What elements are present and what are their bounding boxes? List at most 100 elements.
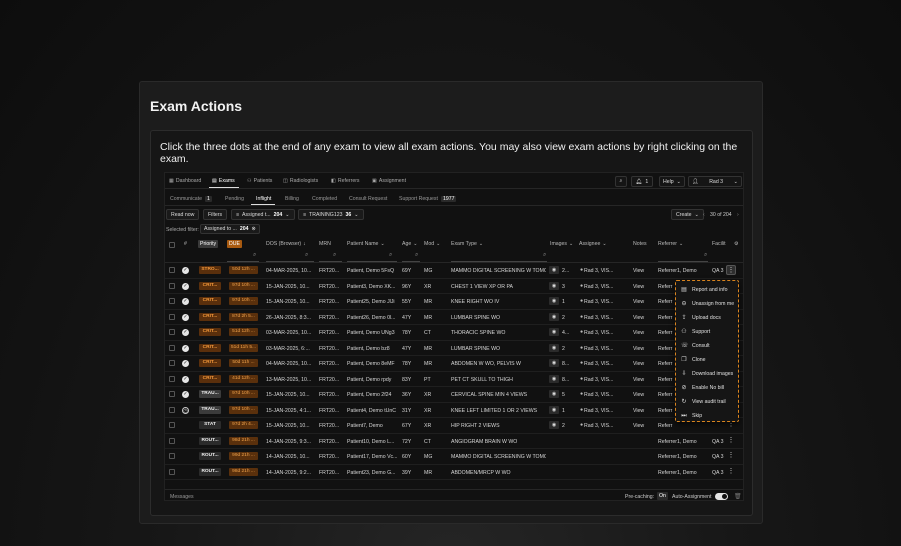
nav-referrers[interactable]: ◧ Referrers (331, 178, 360, 184)
menu-item-skip[interactable]: ⏭ Skip (676, 409, 738, 423)
eye-icon[interactable]: ◉ (549, 390, 559, 398)
nav-radiologists[interactable]: ◫ Radiologists (283, 178, 318, 184)
col-assignee[interactable]: Assignee ⌄ (579, 241, 607, 247)
tab-communicate[interactable]: Communicate 1 (170, 196, 212, 202)
cell-notes[interactable]: View (633, 346, 653, 352)
col-referrer[interactable]: Referrer ⌄ (658, 241, 683, 247)
selected-filter-chip[interactable]: Assigned to ... 204 ⊗ (200, 224, 260, 234)
cell-notes[interactable]: View (633, 423, 653, 429)
cell-notes[interactable]: View (633, 408, 653, 414)
row-checkbox[interactable] (169, 282, 175, 289)
nav-patients[interactable]: ⚇ Patients (247, 178, 272, 184)
row-checkbox[interactable] (169, 329, 175, 335)
nav-assignment[interactable]: ▣ Assignment (372, 178, 406, 184)
search-icon[interactable]: ⌕ (389, 252, 392, 259)
tab-consult-request[interactable]: Consult Request (349, 196, 387, 202)
cell-notes[interactable]: View (633, 299, 653, 305)
notifications-button[interactable]: 🔔︎ 1 (631, 176, 653, 187)
user-menu[interactable]: 👤︎ Rad 3 ⌄ (688, 176, 742, 187)
table-row[interactable]: ROUT... 99d 21h ... 14-JAN-2025, 10... FRT2… (165, 449, 743, 465)
precaching-toggle[interactable]: On (657, 492, 668, 500)
nav-dashboard[interactable]: ▦ Dashboard (169, 178, 201, 184)
row-checkbox[interactable] (169, 406, 175, 413)
cell-notes[interactable]: View (633, 392, 653, 398)
help-button[interactable]: Help ⌄ (659, 176, 685, 187)
nav-exams[interactable]: ▤ Exams (212, 178, 235, 184)
eye-icon[interactable]: ◉ (549, 312, 559, 321)
row-checkbox[interactable] (169, 437, 175, 444)
row-checkbox[interactable] (169, 267, 175, 273)
row-checkbox[interactable] (169, 298, 175, 304)
cell-notes[interactable]: View (633, 330, 653, 336)
table-row[interactable]: ◷ TRAU... 97d 10h ... 15-JAN-2025, 4:1... FR… (165, 403, 743, 418)
table-row[interactable]: STAT 97d 2h 4... 15-JAN-2025, 10... FRT20..… (165, 418, 743, 434)
menu-item-support[interactable]: ⚇ Support (676, 325, 738, 339)
tab-pending[interactable]: Pending (225, 196, 244, 202)
row-checkbox[interactable] (169, 313, 175, 320)
eye-icon[interactable]: ◉ (549, 343, 559, 352)
select-all-checkbox[interactable] (169, 242, 175, 248)
cell-notes[interactable]: View (633, 377, 653, 383)
cell-notes[interactable]: View (633, 361, 653, 367)
menu-item-report-and-info[interactable]: ▤ Report and info (676, 283, 738, 297)
col-dos[interactable]: DOS (Browser) ↓ (266, 241, 306, 247)
search-icon[interactable]: ⌕ (333, 252, 336, 259)
row-checkbox[interactable] (169, 344, 175, 351)
table-row[interactable]: ROUT... 98d 21h ... 14-JAN-2025, 9:3... FRT… (165, 434, 743, 449)
eye-icon[interactable]: ◉ (549, 281, 559, 290)
cell-notes[interactable]: View (633, 284, 653, 290)
auto-assignment-toggle[interactable] (715, 493, 728, 500)
more-actions-icon[interactable]: ⋮ (726, 467, 736, 477)
col-notes[interactable]: Notes (633, 241, 647, 247)
eye-icon[interactable]: ◉ (549, 421, 559, 429)
menu-item-enable-no-bill[interactable]: ⊘ Enable No bill (676, 381, 738, 395)
more-actions-icon[interactable]: ⋮ (726, 451, 736, 461)
row-checkbox[interactable] (169, 422, 175, 428)
prev-page-icon[interactable]: ‹ (703, 212, 705, 218)
col-facility[interactable]: Facilit (712, 241, 726, 247)
eye-icon[interactable]: ◉ (549, 405, 559, 414)
search-icon[interactable]: ⌕ (253, 252, 256, 259)
assigned-filter-chip[interactable]: ≡ Assigned t... 204 ⌄ (231, 209, 295, 220)
next-page-icon[interactable]: › (737, 212, 739, 218)
col-mod[interactable]: Mod ⌄ (424, 241, 440, 247)
more-actions-icon[interactable]: ⋮ (726, 436, 736, 446)
table-row[interactable]: ✓ STRO... 50d 12h ... 04-MAR-2025, 10... FRT… (165, 263, 743, 279)
menu-item-upload-docs[interactable]: ⇪ Upload docs (676, 311, 738, 325)
cell-notes[interactable]: View (633, 315, 653, 321)
training-filter-chip[interactable]: ≡ TRAINING123 36 ⌄ (298, 209, 364, 220)
eye-icon[interactable]: ◉ (549, 374, 559, 383)
messages-link[interactable]: Messages (170, 494, 194, 500)
table-row[interactable]: ✓ CRIT... 41d 12h ... 13-MAR-2025, 10... FRT… (165, 372, 743, 387)
table-row[interactable]: ROUT... 98d 21h ... 14-JAN-2025, 9:2... FRT… (165, 465, 743, 480)
row-checkbox[interactable] (169, 468, 175, 475)
row-checkbox[interactable] (169, 453, 175, 459)
col-due[interactable]: DUE (227, 240, 242, 248)
menu-item-unassign-from-me[interactable]: ⊖ Unassign from me (676, 297, 738, 311)
table-row[interactable]: ✓ CRIT... 51d 11h 5... 03-MAR-2025, 6:... FR… (165, 341, 743, 356)
menu-item-download-images[interactable]: ⇩ Download images (676, 367, 738, 381)
search-icon[interactable]: ⌕ (543, 252, 546, 259)
filters-button[interactable]: Filters (203, 209, 228, 220)
menu-item-consult[interactable]: ☏ Consult (676, 339, 738, 353)
create-button[interactable]: Create ⌄ (671, 209, 704, 220)
col-patient[interactable]: Patient Name ⌄ (347, 241, 385, 247)
eye-icon[interactable]: ◉ (549, 359, 559, 367)
eye-icon[interactable]: ◉ (549, 328, 559, 336)
search-icon[interactable]: ⌕ (415, 252, 418, 259)
close-icon[interactable]: ⊗ (252, 226, 256, 232)
search-button[interactable]: ⌕ (615, 176, 627, 187)
col-mrn[interactable]: MRN (319, 241, 331, 247)
table-row[interactable]: ✓ CRIT... 50d 11h ... 04-MAR-2025, 10... FRT… (165, 356, 743, 372)
trash-icon[interactable]: 🗑︎ (734, 493, 742, 500)
col-exam-type[interactable]: Exam Type ⌄ (451, 241, 483, 247)
col-age[interactable]: Age ⌄ (402, 241, 418, 247)
col-images[interactable]: Images ⌄ (550, 241, 573, 247)
col-priority[interactable]: Priority (198, 240, 219, 248)
tab-support-request[interactable]: Support Request 1977 (399, 196, 457, 202)
cell-notes[interactable]: View (633, 268, 653, 274)
menu-item-view-audit-trail[interactable]: ↻ View audit trail (676, 395, 738, 409)
table-row[interactable]: ✓ CRIT... 97d 10h ... 15-JAN-2025, 10... FRT… (165, 294, 743, 310)
search-icon[interactable]: ⌕ (305, 252, 308, 259)
row-checkbox[interactable] (169, 391, 175, 397)
